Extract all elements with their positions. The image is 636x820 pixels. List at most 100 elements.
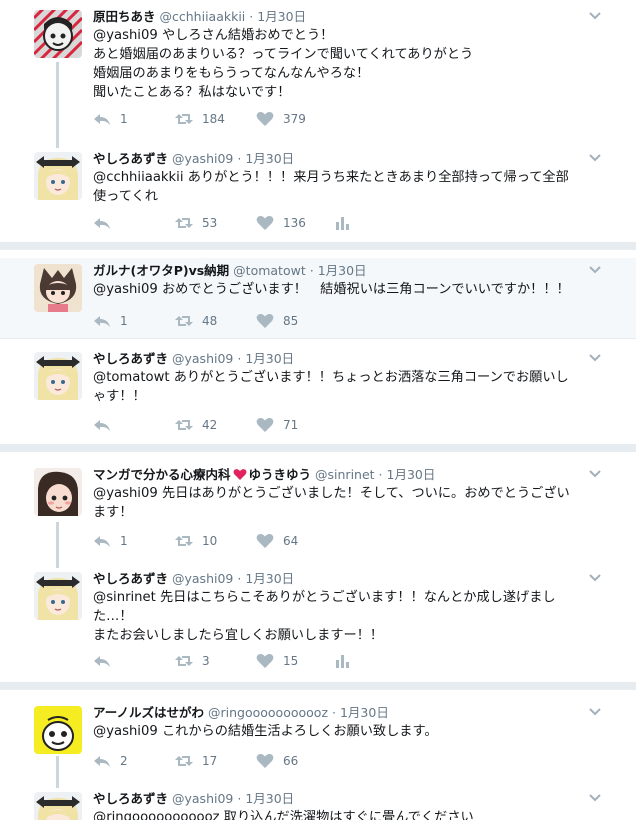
reply-icon [94,218,110,229]
timestamp[interactable]: 1月30日 [257,9,306,24]
reply-icon [94,420,110,431]
timestamp[interactable]: 1月30日 [340,705,389,720]
retweet-button[interactable]: 10 [175,532,217,550]
tweet-header: やしろあずき @yashi09 · 1月30日 [93,350,596,368]
display-name[interactable]: マンガで分かる心療内科 [93,467,231,482]
reply-button[interactable] [93,652,111,670]
avatar[interactable] [34,572,82,620]
retweet-count: 53 [202,216,218,230]
tweet-text: @sinrinet 先日はこちらこそありがとうございます！！なんとか成し遂げまし… [93,588,596,645]
reply-count: 1 [120,534,128,548]
timestamp[interactable]: 1月30日 [387,467,436,482]
caret-down-icon[interactable] [588,350,602,364]
analytics-button[interactable] [333,214,351,232]
tweet[interactable]: マンガで分かる心療内科 ゆうきゆう @sinrinet · 1月30日 @yash… [0,462,636,558]
timestamp[interactable]: 1月30日 [245,151,294,166]
conversation-separator [0,444,636,452]
avatar[interactable] [34,152,82,200]
display-name[interactable]: やしろあずき [93,571,168,586]
tweet[interactable]: アーノルズはせがわ @ringooooooooooz · 1月30日 @yash… [0,700,636,780]
retweet-button[interactable]: 184 [175,110,225,128]
retweet-button[interactable]: 53 [175,214,217,232]
timestamp[interactable]: 1月30日 [245,791,294,806]
avatar[interactable] [34,10,82,58]
user-handle[interactable]: @tomatowt [233,263,306,278]
avatar[interactable] [34,468,82,516]
display-name[interactable]: ガルナ(オワタP)vs納期 [93,263,229,278]
reply-button[interactable]: 1 [93,532,128,550]
avatar-image [34,352,82,400]
display-name[interactable]: やしろあずき [93,791,168,806]
like-icon [256,754,274,768]
like-button[interactable]: 15 [256,652,298,670]
reply-button[interactable]: 1 [93,312,128,330]
tweet-text: @cchhiiaakkii ありがとう！！！来月うち来たときあまり全部持って帰っ… [93,168,596,206]
display-name[interactable]: 原田ちあき [93,9,156,24]
reply-button[interactable] [93,214,111,232]
like-button[interactable]: 71 [256,416,298,434]
display-name[interactable]: やしろあずき [93,351,168,366]
like-count: 15 [283,654,299,668]
like-icon [256,314,274,328]
avatar-image [34,10,82,58]
user-handle[interactable]: @yashi09 [172,791,233,806]
user-handle[interactable]: @yashi09 [172,571,233,586]
tweet[interactable]: やしろあずき @yashi09 · 1月30日 @sinrinet 先日はこちら… [0,566,636,678]
tweet-text: @tomatowt ありがとうございます！！ちょっとお洒落な三角コーンでお願いし… [93,368,596,406]
timestamp[interactable]: 1月30日 [318,263,367,278]
like-count: 85 [283,314,299,328]
tweet[interactable]: やしろあずき @yashi09 · 1月30日 @tomatowt ありがとうご… [0,346,636,440]
separator-dot: · [237,151,242,166]
like-icon [256,654,274,668]
reply-button[interactable]: 2 [93,752,128,770]
user-handle[interactable]: @sinrinet [315,467,375,482]
retweet-button[interactable]: 48 [175,312,217,330]
caret-down-icon[interactable] [588,8,602,22]
avatar-image [34,264,82,312]
tweet[interactable]: やしろあずき @yashi09 · 1月30日 @cchhiiaakkii あり… [0,146,636,240]
caret-down-icon[interactable] [588,790,602,804]
tweet-text-line: @yashi09 やしろさん結婚おめでとう！ [93,28,334,43]
timestamp[interactable]: 1月30日 [245,571,294,586]
tweet[interactable]: 原田ちあき @cchhiiaakkii · 1月30日 @yashi09 やしろ… [0,4,636,134]
tweet-header: 原田ちあき @cchhiiaakkii · 1月30日 [93,8,596,26]
like-button[interactable]: 64 [256,532,298,550]
timestamp[interactable]: 1月30日 [245,351,294,366]
avatar[interactable] [34,352,82,400]
user-handle[interactable]: @ringooooooooooz [208,705,328,720]
like-button[interactable]: 85 [256,312,298,330]
display-name[interactable]: やしろあずき [93,151,168,166]
like-button[interactable]: 379 [256,110,306,128]
like-icon [256,112,274,126]
tweet-header: マンガで分かる心療内科 ゆうきゆう @sinrinet · 1月30日 [93,466,596,484]
avatar[interactable] [34,792,82,820]
user-handle[interactable]: @yashi09 [172,151,233,166]
caret-down-icon[interactable] [588,262,602,276]
tweet[interactable]: やしろあずき @yashi09 · 1月30日 @ringooooooooooz… [0,786,636,820]
tweet-text-line: @tomatowt ありがとうございます！！ちょっとお洒落な三角コーンでお願いし [93,370,569,385]
tweet-text: @yashi09 やしろさん結婚おめでとう！ あと婚姻届のあまりいる？ってライン… [93,26,596,102]
retweet-button[interactable]: 17 [175,752,217,770]
display-name[interactable]: アーノルズはせがわ [93,705,204,720]
caret-down-icon[interactable] [588,570,602,584]
like-button[interactable]: 136 [256,214,306,232]
user-handle[interactable]: @cchhiiaakkii [160,9,246,24]
caret-down-icon[interactable] [588,150,602,164]
display-name-tail[interactable]: ゆうきゆう [249,467,312,482]
caret-down-icon[interactable] [588,466,602,480]
retweet-button[interactable]: 42 [175,416,217,434]
user-handle[interactable]: @yashi09 [172,351,233,366]
analytics-button[interactable] [333,652,351,670]
like-count: 66 [283,754,299,768]
tweet-text-line: @ringooooooooooz 取り込んだ洗濯物はすぐに畳んでください [93,810,474,820]
avatar-image [34,572,82,620]
avatar[interactable] [34,264,82,312]
retweet-button[interactable]: 3 [175,652,210,670]
caret-down-icon[interactable] [588,704,602,718]
like-button[interactable]: 66 [256,752,298,770]
reply-button[interactable]: 1 [93,110,128,128]
tweet[interactable]: ガルナ(オワタP)vs納期 @tomatowt · 1月30日 @yashi09… [0,258,636,338]
avatar[interactable] [34,706,82,754]
reply-button[interactable] [93,416,111,434]
conversation-separator [0,242,636,250]
